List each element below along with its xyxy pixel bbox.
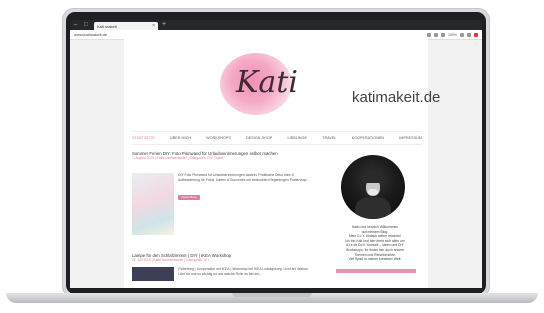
bookmark-icon[interactable] <box>427 32 432 37</box>
nav-item-kooperationen[interactable]: KOOPERATIONEN <box>352 136 384 140</box>
post-item: Sommer Ferien DIY: Foto Pinnwand für Url… <box>132 151 316 235</box>
nav-item-design-shop[interactable]: DESIGN-SHOP <box>246 136 272 140</box>
browser-tab-bar: – □ Kati makeit × + <box>70 20 482 30</box>
post-meta[interactable]: 21. Juli 2019 | Kathi Kammerlander | Cat… <box>132 258 316 263</box>
browser-tab[interactable]: Kati makeit × <box>94 22 158 30</box>
author-avatar <box>341 155 405 219</box>
about-line: Viel Spaß in meiner kreativen Welt. <box>348 257 402 262</box>
laptop-screen: – □ Kati makeit × + www.katimakeit.de 10… <box>70 20 482 288</box>
reload-icon[interactable] <box>434 32 439 37</box>
maximize-icon[interactable]: □ <box>84 22 90 28</box>
zoom-level[interactable]: 100% <box>448 33 457 37</box>
minimize-icon[interactable]: – <box>74 22 80 28</box>
post-excerpt: (*Werbung | Kooperation mit IKEA.) Works… <box>178 267 309 276</box>
logo-script-text: Kati <box>236 65 298 100</box>
downloads-icon[interactable] <box>460 32 464 37</box>
post-item: Lampe für den Schlafzimmer | DIY | IKEA … <box>132 253 316 281</box>
read-more-button[interactable]: Read More <box>178 195 200 200</box>
menu-icon[interactable] <box>474 32 478 37</box>
web-page: Kati katimakeit.de STARTSEITE ÜBER MICH … <box>124 39 440 288</box>
sidebar-accent-bar <box>336 269 416 273</box>
about-line: Workshops. Ihr findet hier auch andere <box>345 247 405 252</box>
nav-item-startseite[interactable]: STARTSEITE <box>132 136 155 140</box>
extensions-icon[interactable] <box>467 32 471 37</box>
close-icon[interactable]: × <box>152 23 155 29</box>
nav-item-workshops[interactable]: WORKSHOPS <box>206 136 231 140</box>
home-icon[interactable] <box>441 32 446 37</box>
nav-item-impressum[interactable]: IMPRESSUM <box>399 136 422 140</box>
laptop-notch <box>232 293 312 297</box>
post-thumbnail[interactable] <box>132 267 174 281</box>
nav-item-lieblinge[interactable]: LIEBLINGE <box>288 136 307 140</box>
site-logo[interactable]: Kati katimakeit.de <box>220 53 440 117</box>
nav-item-ueber-mich[interactable]: ÜBER MICH <box>170 136 191 140</box>
url-field[interactable]: www.katimakeit.de <box>74 32 424 37</box>
post-excerpt: DIY Foto Pinnwand für Urlaubserinnerunge… <box>178 173 310 182</box>
new-tab-button[interactable]: + <box>162 21 166 29</box>
about-text: Hallo und herzlich Willkommen auf meinem… <box>336 225 414 262</box>
tab-title: Kati makeit <box>97 23 117 29</box>
nav-item-travel[interactable]: TRAVEL <box>322 136 336 140</box>
site-brand-name[interactable]: katimakeit.de <box>352 89 440 106</box>
post-meta[interactable]: 1. August 2019 | Kathi Kammerlander | Ca… <box>132 156 316 161</box>
post-thumbnail[interactable] <box>132 173 174 235</box>
main-navigation: STARTSEITE ÜBER MICH WORKSHOPS DESIGN-SH… <box>132 131 422 145</box>
